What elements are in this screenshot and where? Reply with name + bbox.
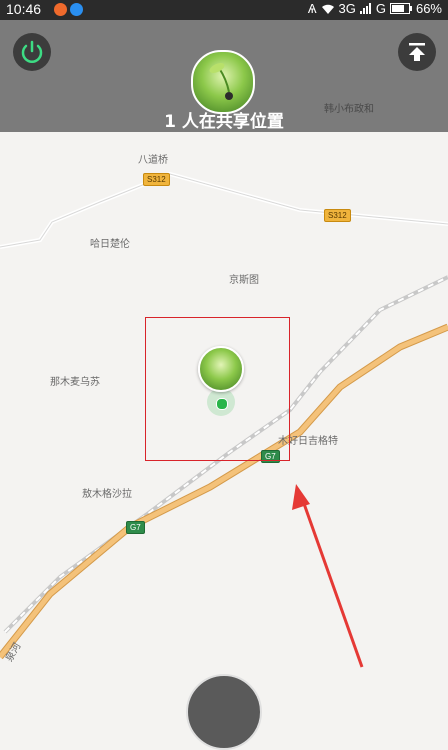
shared-user-avatar[interactable]	[191, 50, 255, 114]
sharing-count-text: 1 人在共享位置	[164, 112, 284, 132]
road-shield: S312	[143, 173, 170, 186]
battery-level: 66%	[415, 1, 442, 16]
annotation-arrow-head	[292, 484, 310, 510]
alarm-icon: Ѧ	[307, 1, 317, 16]
location-dot	[216, 398, 228, 410]
bottom-action-button[interactable]	[186, 674, 262, 750]
avatar-sprout-image	[209, 63, 233, 100]
road-shield: G7	[126, 521, 145, 534]
network-type: 3G	[338, 1, 356, 16]
upload-top-icon	[409, 43, 425, 61]
power-button[interactable]	[13, 33, 51, 71]
place-label: 京斯图	[229, 275, 259, 286]
road-minor	[0, 171, 448, 249]
notification-app-icon-2	[70, 3, 83, 16]
place-label: 那木麦乌苏	[50, 377, 100, 388]
annotation-arrow-line	[300, 497, 364, 668]
signal-icon	[359, 3, 371, 14]
battery-icon	[389, 3, 412, 14]
collapse-top-button[interactable]	[398, 33, 436, 71]
network-type-2: G	[375, 1, 386, 16]
place-label: 八道桥	[138, 155, 168, 166]
status-time: 10:46	[6, 1, 42, 17]
marker-avatar	[198, 346, 244, 392]
user-location-marker[interactable]	[198, 346, 248, 416]
share-header: 韩小布政和 1 人在共享位置	[0, 20, 448, 132]
place-label: 敖木格沙拉	[82, 489, 132, 500]
wifi-icon	[321, 4, 334, 14]
status-bar: 10:46 Ѧ 3G G 66%	[0, 0, 448, 20]
notification-app-icon	[54, 3, 67, 16]
place-label: 哈日楚伦	[90, 239, 130, 250]
road-shield: S312	[324, 209, 351, 222]
status-right: Ѧ 3G G 66%	[308, 1, 442, 16]
power-icon	[21, 40, 43, 63]
